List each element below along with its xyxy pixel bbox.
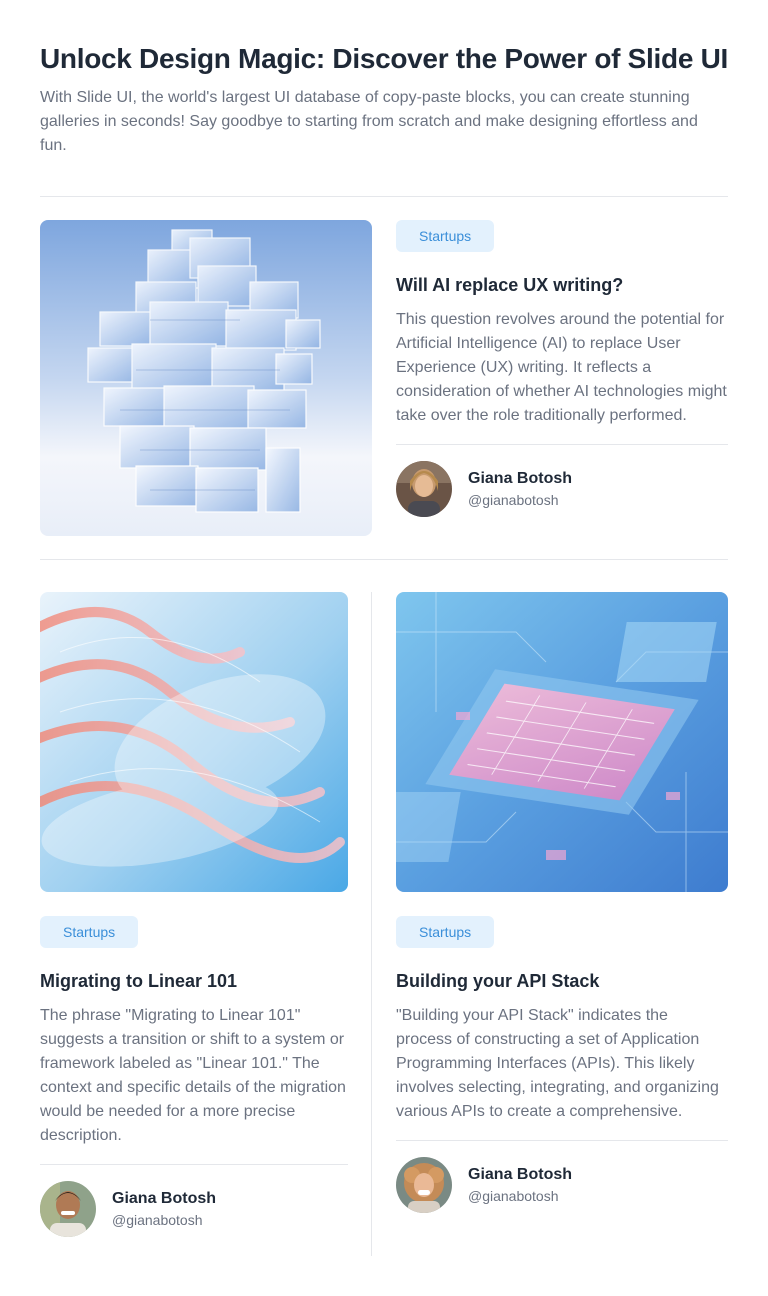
post-thumbnail-glass-ribbons[interactable] <box>40 592 348 892</box>
post-excerpt: "Building your API Stack" indicates the … <box>396 1007 719 1120</box>
post-card: Startups Migrating to Linear 101 The phr… <box>40 916 348 1237</box>
avatar[interactable] <box>40 1181 96 1237</box>
featured-post: Startups Will AI replace UX writing? Thi… <box>396 220 728 517</box>
section-divider <box>40 559 728 560</box>
page-header: Unlock Design Magic: Discover the Power … <box>40 40 728 158</box>
post-excerpt: This question revolves around the potent… <box>396 311 727 424</box>
column-divider <box>371 592 372 1256</box>
post-title[interactable]: Building your API Stack <box>396 968 728 994</box>
author-name: Giana Botosh <box>112 1190 217 1207</box>
avatar[interactable] <box>396 1157 452 1213</box>
post-title[interactable]: Migrating to Linear 101 <box>40 968 348 994</box>
author-name: Giana Botosh <box>468 1166 573 1183</box>
post-thumbnail-glass-cubes[interactable] <box>40 220 372 536</box>
post-thumbnail-circuit-chip[interactable] <box>396 592 728 892</box>
author-handle: @gianabotosh <box>468 1188 559 1204</box>
post-tag[interactable]: Startups <box>396 220 495 252</box>
author-block[interactable]: Giana Botosh @gianabotosh <box>40 1181 348 1237</box>
avatar[interactable] <box>396 461 452 517</box>
author-handle: @gianabotosh <box>468 492 559 508</box>
page-subtitle: With Slide UI, the world's largest UI da… <box>40 89 698 154</box>
author-handle: @gianabotosh <box>112 1212 203 1228</box>
author-name: Giana Botosh <box>468 470 573 487</box>
author-block[interactable]: Giana Botosh @gianabotosh <box>396 1157 728 1213</box>
post-tag[interactable]: Startups <box>396 916 495 948</box>
header-divider <box>40 196 728 197</box>
post-excerpt: The phrase "Migrating to Linear 101" sug… <box>40 1007 346 1144</box>
author-block[interactable]: Giana Botosh @gianabotosh <box>396 461 728 517</box>
author-divider <box>40 1164 348 1165</box>
post-card: Startups Building your API Stack "Buildi… <box>396 916 728 1213</box>
page-title: Unlock Design Magic: Discover the Power … <box>40 43 728 74</box>
post-tag[interactable]: Startups <box>40 916 139 948</box>
post-title[interactable]: Will AI replace UX writing? <box>396 272 728 298</box>
author-divider <box>396 1140 728 1141</box>
author-divider <box>396 444 728 445</box>
